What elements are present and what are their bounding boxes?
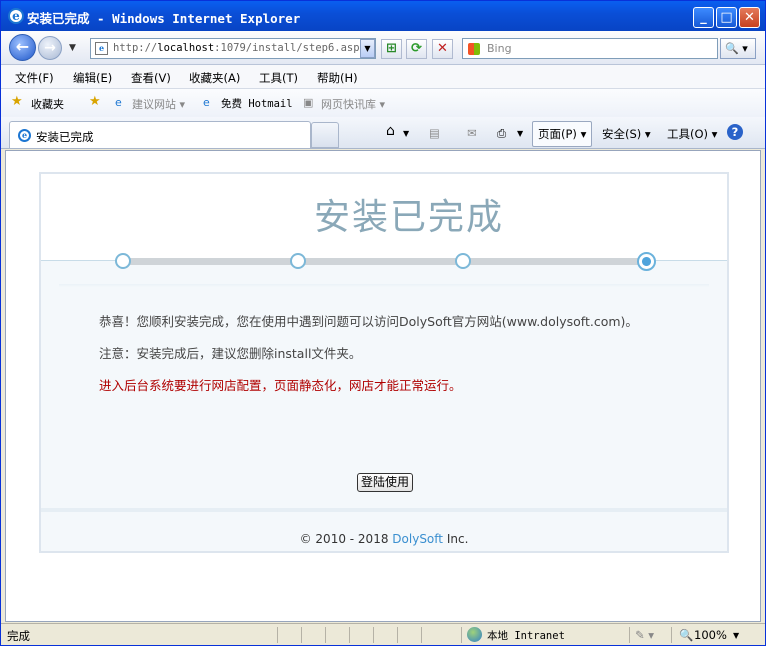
back-button[interactable]: ← xyxy=(9,34,36,61)
login-button[interactable]: 登陆使用 xyxy=(357,473,414,492)
tools-menu[interactable]: 工具(O) ▾ xyxy=(667,126,717,142)
favorites-bar: ★ 收藏夹 ★ e 建议网站 ▾ e 免费 Hotmail ▣ 网页快讯库 ▾ xyxy=(1,89,765,117)
help-icon[interactable]: ? xyxy=(727,124,743,140)
hotmail-link[interactable]: 免费 Hotmail xyxy=(221,96,293,111)
close-button[interactable]: ✕ xyxy=(739,7,760,28)
safety-menu[interactable]: 安全(S) ▾ xyxy=(602,126,651,142)
forward-button[interactable]: → xyxy=(38,36,62,60)
step-1-indicator xyxy=(115,253,131,269)
page-menu[interactable]: 页面(P) ▾ xyxy=(532,121,593,147)
step-2-indicator xyxy=(290,253,306,269)
web-slice-icon: ▣ xyxy=(303,96,314,109)
status-bar: 完成 本地 Intranet ✎ ▾ 🔍 100% ▼ xyxy=(1,623,765,645)
page-title: 安装已完成 xyxy=(313,197,504,238)
menu-tools[interactable]: 工具(T) xyxy=(259,70,298,86)
zoom-dropdown-icon[interactable]: ▼ xyxy=(733,631,739,640)
menu-bar: 文件(F) 编辑(E) 查看(V) 收藏夹(A) 工具(T) 帮助(H) xyxy=(1,65,765,89)
search-button[interactable]: 🔍 ▾ xyxy=(720,38,756,59)
menu-file[interactable]: 文件(F) xyxy=(15,70,54,86)
note-text: 注意：安装完成后，建议您删除install文件夹。 xyxy=(99,346,362,361)
new-tab-button[interactable] xyxy=(311,122,339,148)
zoom-icon: 🔍 xyxy=(679,628,694,642)
install-panel: 安装已完成 恭喜！您顺利安装完成，您在使用中遇到问题可以访问DolySoft官方… xyxy=(39,172,729,553)
navigation-bar: ← → ▼ e http://localhost:1079/install/st… xyxy=(1,31,765,65)
search-icon: 🔍 xyxy=(725,42,739,55)
warning-text: 进入后台系统要进行网店配置，页面静态化，网店才能正常运行。 xyxy=(99,378,462,393)
minimize-button[interactable]: _ xyxy=(693,7,714,28)
hotmail-icon: e xyxy=(203,96,210,109)
page-viewport: 安装已完成 恭喜！您顺利安装完成，您在使用中遇到问题可以访问DolySoft官方… xyxy=(5,150,761,622)
address-host: localhost xyxy=(157,42,215,54)
mail-icon[interactable]: ✉ xyxy=(467,126,477,140)
copyright-text: © 2010 - 2018 xyxy=(299,532,389,546)
footer-divider xyxy=(41,508,727,512)
stop-icon[interactable]: ✕ xyxy=(432,39,453,59)
divider xyxy=(59,284,709,287)
tab-bar: e 安装已完成 ⌂ ▼ ▤ ✉ ⎙ ▼ 页面(P) ▾ 安全(S) ▾ 工具(O… xyxy=(1,117,765,149)
menu-help[interactable]: 帮助(H) xyxy=(317,70,358,86)
tab-current[interactable]: e 安装已完成 xyxy=(9,121,311,148)
compatibility-view-icon[interactable]: ⊞ xyxy=(381,39,402,59)
add-favorite-icon[interactable]: ★ xyxy=(89,94,101,109)
security-zone[interactable]: 本地 Intranet xyxy=(487,628,565,643)
address-path: :1079/install/step6.aspx xyxy=(214,42,366,54)
progress-track xyxy=(125,258,649,265)
step-3-indicator xyxy=(455,253,471,269)
bing-logo-icon xyxy=(468,43,480,55)
suggested-sites-link[interactable]: 建议网站 ▾ xyxy=(132,96,185,112)
menu-favorites[interactable]: 收藏夹(A) xyxy=(189,70,240,86)
footer: © 2010 - 2018 DolySoft Inc. xyxy=(41,532,727,546)
title-bar[interactable]: e 安装已完成 - Windows Internet Explorer _ □ … xyxy=(1,1,765,31)
print-dropdown-icon[interactable]: ▼ xyxy=(517,129,523,138)
print-icon[interactable]: ⎙ xyxy=(497,126,506,141)
address-dropdown-icon[interactable]: ▼ xyxy=(360,39,375,58)
maximize-button[interactable]: □ xyxy=(716,7,737,28)
favorites-star-icon: ★ xyxy=(11,94,23,109)
home-icon[interactable]: ⌂ xyxy=(386,123,395,139)
history-dropdown-icon[interactable]: ▼ xyxy=(69,43,76,53)
ie-window: e 安装已完成 - Windows Internet Explorer _ □ … xyxy=(0,0,766,646)
copyright-suffix: Inc. xyxy=(446,532,469,546)
address-bar[interactable]: e http://localhost:1079/install/step6.as… xyxy=(90,38,376,59)
menu-view[interactable]: 查看(V) xyxy=(131,70,171,86)
tab-page-icon: e xyxy=(18,129,31,142)
congrats-text: 恭喜！您顺利安装完成，您在使用中遇到问题可以访问DolySoft官方网站(www… xyxy=(99,314,638,329)
suggested-sites-icon: e xyxy=(115,96,122,109)
step-4-indicator xyxy=(637,252,656,271)
tab-title: 安装已完成 xyxy=(36,130,94,144)
zoom-level[interactable]: 100% xyxy=(694,628,727,642)
page-icon: e xyxy=(95,42,108,55)
favorites-button[interactable]: 收藏夹 xyxy=(31,96,64,112)
search-input[interactable]: Bing xyxy=(462,38,718,59)
brand-link[interactable]: DolySoft xyxy=(392,532,443,546)
protected-mode-icon[interactable]: ✎ ▾ xyxy=(635,628,654,642)
web-slice-gallery-link[interactable]: 网页快讯库 ▾ xyxy=(321,96,385,112)
intranet-zone-icon xyxy=(467,627,482,642)
refresh-icon[interactable]: ⟳ xyxy=(406,39,427,59)
home-dropdown-icon[interactable]: ▼ xyxy=(403,129,409,138)
feeds-icon[interactable]: ▤ xyxy=(429,126,440,140)
window-title: 安装已完成 - Windows Internet Explorer xyxy=(27,11,301,26)
ie-logo-icon: e xyxy=(8,8,24,24)
status-text: 完成 xyxy=(7,629,30,643)
menu-edit[interactable]: 编辑(E) xyxy=(73,70,112,86)
